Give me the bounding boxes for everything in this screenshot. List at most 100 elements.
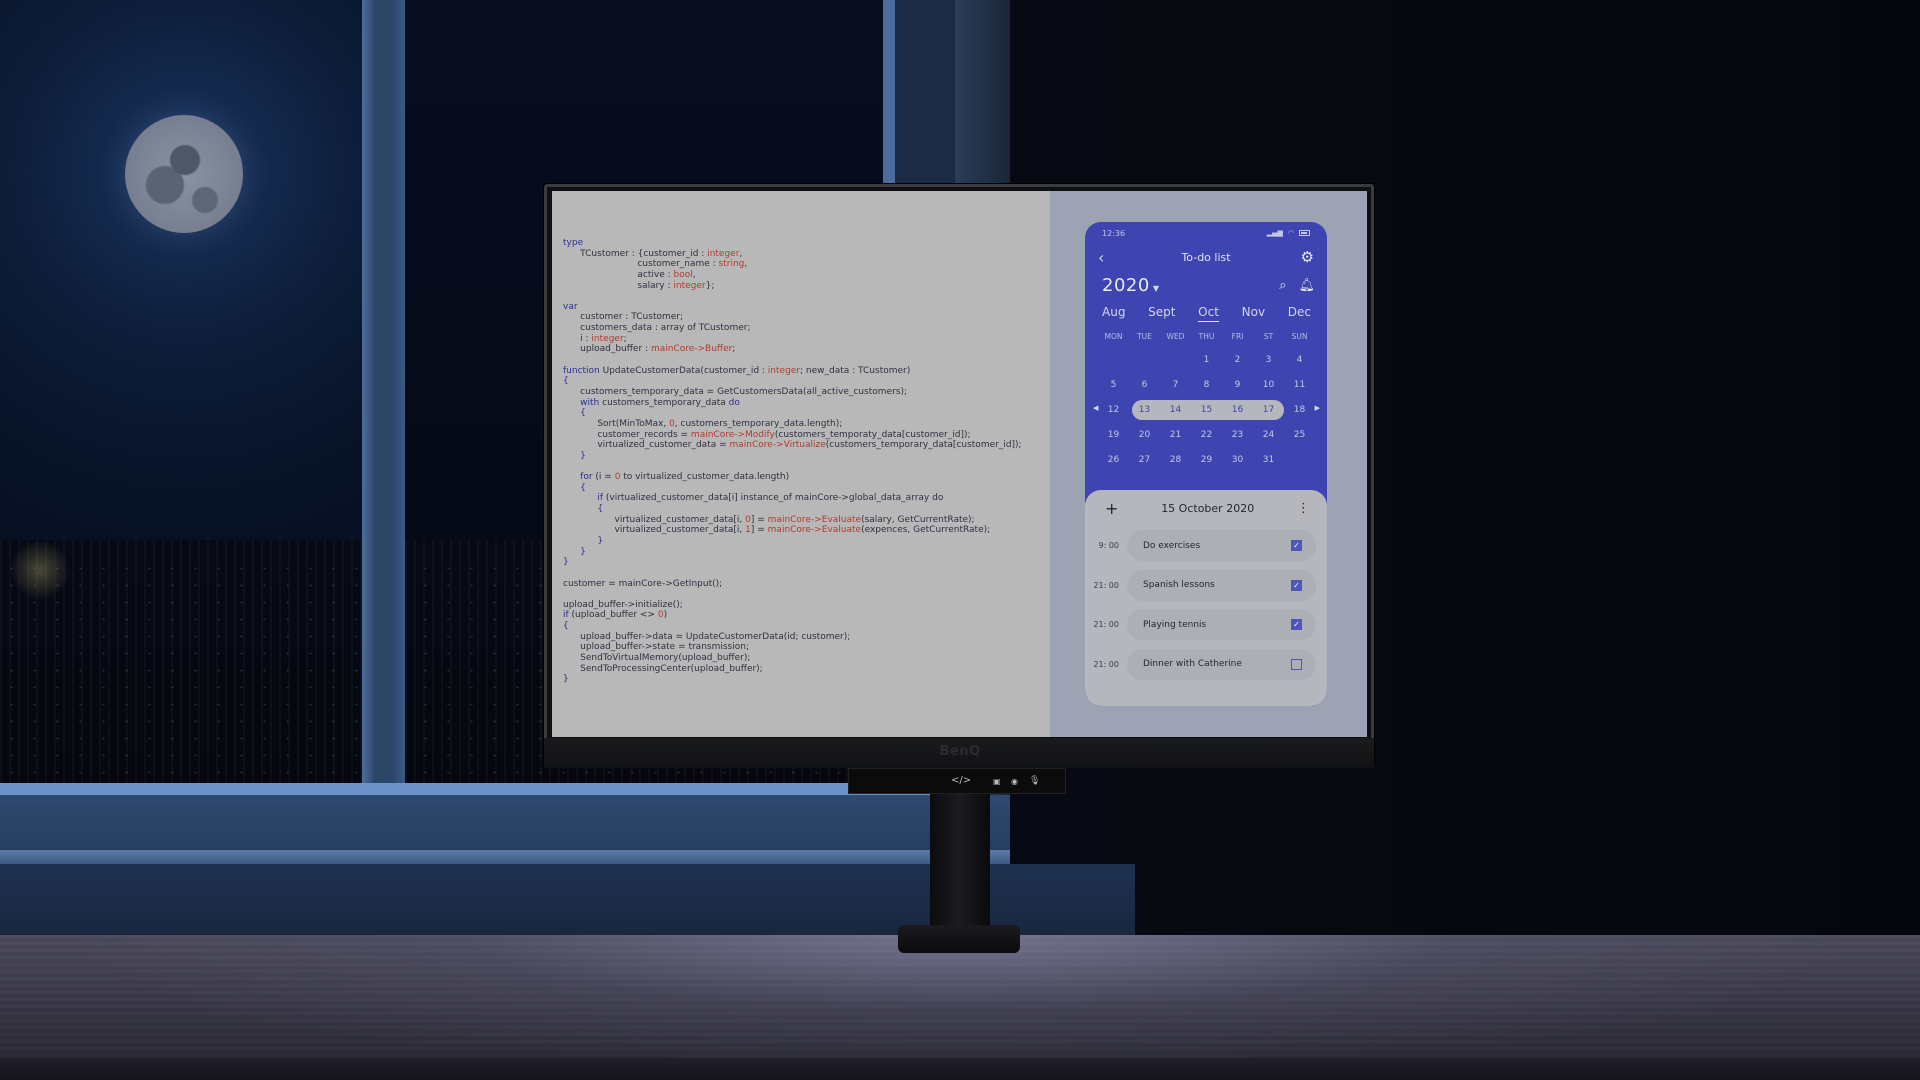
task-list: 9: 00 Do exercises ✓ 21: 00 Spanish less… bbox=[1085, 526, 1327, 684]
code-line: virtualized_customer_data[i, 1] = mainCo… bbox=[563, 525, 1050, 536]
month-tab-dec[interactable]: Dec bbox=[1288, 305, 1311, 319]
back-chevron-icon[interactable]: ‹ bbox=[1098, 248, 1118, 267]
calendar-day[interactable]: 10 bbox=[1253, 380, 1284, 390]
power-icon[interactable]: ◉ bbox=[1011, 777, 1018, 787]
calendar-day[interactable]: 8 bbox=[1191, 380, 1222, 390]
code-editor[interactable]: type TCustomer : {customer_id : integer,… bbox=[552, 191, 1050, 737]
code-line: type bbox=[563, 238, 1050, 249]
link-icon[interactable]: </> bbox=[951, 776, 971, 786]
code-token: } bbox=[563, 535, 604, 546]
code-line: { bbox=[563, 504, 1050, 515]
calendar-day[interactable]: 6 bbox=[1129, 380, 1160, 390]
monitor-screen: type TCustomer : {customer_id : integer,… bbox=[552, 191, 1367, 737]
app-header: ‹ To-do list ⚙ bbox=[1085, 244, 1327, 270]
code-token: customer_name : bbox=[563, 259, 719, 270]
code-token: var bbox=[563, 301, 578, 312]
wifi-icon: ◠ bbox=[1287, 229, 1294, 237]
month-tab-oct[interactable]: Oct bbox=[1198, 305, 1219, 322]
calendar-day[interactable]: 27 bbox=[1129, 455, 1160, 465]
calendar-day[interactable]: 24 bbox=[1253, 430, 1284, 440]
calendar-day[interactable]: 3 bbox=[1253, 355, 1284, 365]
code-line: { bbox=[563, 408, 1050, 419]
code-token: SendToVirtualMemory(upload_buffer); bbox=[563, 652, 751, 663]
calendar-day[interactable]: 4 bbox=[1284, 355, 1315, 365]
code-token: customer_records = bbox=[563, 429, 691, 440]
task-pill[interactable]: Dinner with Catherine bbox=[1127, 648, 1316, 680]
calendar-day[interactable]: 17 bbox=[1253, 405, 1284, 415]
gear-icon[interactable]: ⚙ bbox=[1294, 248, 1314, 266]
status-time: 12:36 bbox=[1102, 228, 1126, 238]
calendar-day[interactable]: 21 bbox=[1160, 430, 1191, 440]
task-checkbox[interactable]: ✓ bbox=[1291, 619, 1302, 631]
search-icon[interactable]: ⌕ bbox=[1279, 278, 1286, 293]
calendar-day[interactable]: 22 bbox=[1191, 430, 1222, 440]
code-token: to virtualized_customer_data.length) bbox=[620, 472, 790, 483]
code-token: salary : bbox=[563, 280, 674, 291]
window-frame bbox=[362, 0, 405, 800]
brand-logo: BenQ bbox=[939, 744, 981, 759]
code-line: customer_records = mainCore->Modify(cust… bbox=[563, 430, 1050, 441]
calendar-day[interactable]: 19 bbox=[1098, 430, 1129, 440]
menu-icon[interactable]: ▣ bbox=[993, 777, 1001, 787]
desk-edge bbox=[0, 1058, 1920, 1080]
task-checkbox[interactable] bbox=[1291, 658, 1302, 670]
calendar-day[interactable]: 31 bbox=[1253, 455, 1284, 465]
month-tab-sept[interactable]: Sept bbox=[1148, 305, 1175, 319]
code-line: } bbox=[563, 557, 1050, 568]
year-selector[interactable]: 2020 ▼ bbox=[1102, 275, 1159, 296]
tasks-panel: + 15 October 2020 ⋮ 9: 00 Do exercises ✓… bbox=[1085, 490, 1327, 706]
calendar-week: 19 20 21 22 23 24 25 bbox=[1085, 422, 1327, 447]
task-pill[interactable]: Playing tennis ✓ bbox=[1127, 609, 1316, 641]
task-checkbox[interactable]: ✓ bbox=[1291, 540, 1302, 552]
calendar-day[interactable]: 18 bbox=[1284, 405, 1315, 415]
calendar-day[interactable]: 25 bbox=[1284, 430, 1315, 440]
microphone-icon[interactable]: 🎙 bbox=[1029, 776, 1040, 786]
task-pill[interactable]: Do exercises ✓ bbox=[1127, 530, 1316, 562]
calendar-day[interactable]: 11 bbox=[1284, 380, 1315, 390]
calendar-day[interactable]: 30 bbox=[1222, 455, 1253, 465]
weekday-label: MON bbox=[1104, 331, 1123, 341]
code-token: virtualized_customer_data[i, bbox=[563, 514, 746, 525]
month-tab-aug[interactable]: Aug bbox=[1102, 305, 1125, 319]
calendar-day[interactable]: 29 bbox=[1191, 455, 1222, 465]
code-token: (customers_temporary_data[customer_id]); bbox=[825, 440, 1022, 451]
calendar-day[interactable]: 5 bbox=[1098, 380, 1129, 390]
calendar-day[interactable]: 16 bbox=[1222, 405, 1253, 415]
bell-icon[interactable]: 🔔︎ bbox=[1298, 278, 1315, 293]
calendar-day[interactable]: 23 bbox=[1222, 430, 1253, 440]
calendar-week: ◀ ▶ 12 13 14 15 16 17 18 bbox=[1085, 397, 1327, 422]
task-label: Playing tennis bbox=[1143, 619, 1207, 630]
moon bbox=[125, 115, 243, 233]
code-token: integer bbox=[591, 333, 624, 344]
code-token: ) bbox=[663, 610, 668, 621]
task-pill[interactable]: Spanish lessons ✓ bbox=[1127, 569, 1316, 601]
task-checkbox[interactable]: ✓ bbox=[1291, 579, 1302, 591]
month-tab-nov[interactable]: Nov bbox=[1242, 305, 1265, 319]
calendar-day[interactable]: 26 bbox=[1098, 455, 1129, 465]
code-line: SendToVirtualMemory(upload_buffer); bbox=[563, 653, 1050, 664]
calendar-day[interactable]: 2 bbox=[1222, 355, 1253, 365]
calendar-day[interactable]: 9 bbox=[1222, 380, 1253, 390]
calendar-day[interactable]: 13 bbox=[1129, 405, 1160, 415]
calendar-day[interactable]: 28 bbox=[1160, 455, 1191, 465]
calendar-day[interactable]: 7 bbox=[1160, 380, 1191, 390]
task-time: 9: 00 bbox=[1098, 541, 1119, 551]
code-token: Sort(MinToMax, bbox=[563, 418, 670, 429]
more-options-icon[interactable]: ⋮ bbox=[1297, 501, 1310, 516]
code-token: , bbox=[744, 259, 748, 270]
code-token: type bbox=[563, 238, 584, 248]
calendar-day[interactable]: 20 bbox=[1129, 430, 1160, 440]
code-line: customer_name : string, bbox=[563, 259, 1050, 270]
next-week-icon[interactable]: ▶ bbox=[1315, 404, 1320, 412]
calendar-day[interactable]: 15 bbox=[1191, 405, 1222, 415]
calendar-day[interactable]: 1 bbox=[1191, 355, 1222, 365]
code-token: customer : TCustomer; bbox=[563, 312, 684, 323]
code-line: } bbox=[563, 674, 1050, 685]
add-task-button[interactable]: + bbox=[1105, 499, 1118, 518]
code-line: salary : integer}; bbox=[563, 281, 1050, 292]
calendar-day[interactable]: 14 bbox=[1160, 405, 1191, 415]
task-item: 9: 00 Do exercises ✓ bbox=[1085, 526, 1327, 566]
code-token: do bbox=[728, 397, 740, 408]
calendar-day[interactable]: 12 bbox=[1098, 405, 1129, 415]
